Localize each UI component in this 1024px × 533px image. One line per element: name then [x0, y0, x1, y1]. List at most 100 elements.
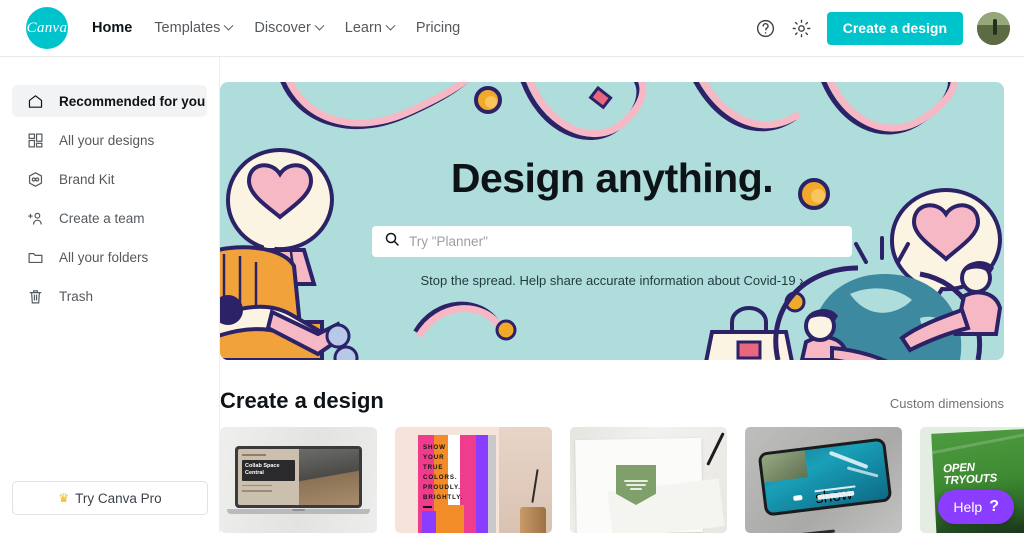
color-bar — [448, 505, 464, 533]
slide-eyebrow — [242, 454, 266, 456]
color-bar — [488, 435, 496, 533]
slide-title: Collab Space Central — [242, 460, 295, 481]
poster-line: SHOW — [423, 444, 446, 451]
home-icon — [26, 92, 45, 111]
top-header: Canva Home Templates Discover Learn Pric… — [0, 0, 1024, 57]
poster-line: COLORS. — [423, 474, 458, 482]
design-card-show-your-true-colors[interactable]: SHOW YOUR TRUE COLORS. PROUDLY. BRIGHTLY… — [395, 427, 552, 533]
hero-search-bar[interactable] — [372, 225, 852, 257]
question-circle-icon[interactable] — [755, 17, 777, 39]
badge-line — [626, 484, 646, 486]
canva-home-page: Canva Home Templates Discover Learn Pric… — [0, 0, 1024, 533]
nav-item-pricing[interactable]: Pricing — [416, 20, 460, 36]
hero-title: Design anything. — [450, 154, 774, 201]
page-title: Create a design — [220, 388, 384, 413]
poster-line: BRIGHTLY. — [423, 494, 464, 502]
try-canva-pro-label: Try Canva Pro — [75, 490, 162, 506]
question-mark-icon: ? — [989, 498, 999, 515]
laptop-screen: Collab Space Central — [238, 449, 359, 505]
boat — [792, 494, 803, 501]
hero-banner: Design anything. Stop the spread. Help s… — [220, 82, 1004, 360]
chevron-down-icon — [385, 20, 396, 31]
poster-line: TRUE — [423, 464, 444, 472]
sidebar-item-recommended-for-you[interactable]: Recommended for you — [12, 85, 207, 117]
nav-item-learn-label: Learn — [344, 20, 382, 36]
sidebar-list: Recommended for you All your designs Bra… — [0, 57, 219, 312]
phone-device: show us your — [757, 437, 893, 517]
hexagon-icon — [26, 170, 45, 189]
sidebar-item-create-a-team[interactable]: Create a team — [12, 202, 207, 234]
color-bar — [422, 511, 436, 533]
poster-dash — [423, 506, 432, 509]
sidebar-item-trash[interactable]: Trash — [12, 280, 207, 312]
design-card-list: Collab Space Central SHOW YOUR TRUE COLO… — [220, 427, 1024, 533]
help-button[interactable]: Help ? — [938, 490, 1014, 524]
canva-logo-text: Canva — [26, 19, 68, 36]
sidebar-item-label: Brand Kit — [59, 171, 115, 187]
laptop-lid: Collab Space Central — [235, 446, 362, 508]
create-a-design-header: Create a design Custom dimensions — [220, 388, 1004, 414]
poster-line: YOUR — [423, 454, 445, 462]
nav-item-discover[interactable]: Discover — [254, 20, 325, 36]
avatar-figure — [992, 18, 997, 35]
gear-icon[interactable] — [791, 17, 813, 39]
pen-icon — [706, 432, 725, 466]
pencil-cup — [520, 507, 546, 533]
flyer-title: OPEN TRYOUTS — [943, 461, 998, 488]
slide-left: Collab Space Central — [238, 449, 299, 505]
badge-line — [630, 488, 642, 490]
slide-subtext — [242, 484, 272, 487]
search-icon — [384, 231, 400, 252]
phone-screen: show us your — [760, 440, 890, 514]
covid-info-link[interactable]: Stop the spread. Help share accurate inf… — [421, 273, 804, 288]
crown-icon: ♛ — [58, 491, 70, 505]
sidebar-item-all-your-designs[interactable]: All your designs — [12, 124, 207, 156]
laptop-notch — [292, 509, 305, 511]
grid-icon — [26, 131, 45, 150]
sidebar: Recommended for you All your designs Bra… — [0, 57, 220, 533]
add-users-icon — [26, 209, 45, 228]
sidebar-item-label: Recommended for you — [59, 93, 206, 109]
trash-icon — [26, 287, 45, 306]
canva-logo[interactable]: Canva — [26, 7, 68, 49]
flyer-line-2: TRYOUTS — [943, 472, 998, 488]
color-bar — [476, 435, 488, 533]
sidebar-item-label: Create a team — [59, 210, 145, 226]
create-a-design-button[interactable]: Create a design — [826, 11, 963, 45]
poster: SHOW YOUR TRUE COLORS. PROUDLY. BRIGHTLY… — [418, 435, 496, 533]
try-canva-pro-button[interactable]: ♛ Try Canva Pro — [12, 481, 208, 515]
header-actions: Create a design — [755, 11, 1010, 45]
nav-item-templates[interactable]: Templates — [154, 20, 234, 36]
sidebar-item-brand-kit[interactable]: Brand Kit — [12, 163, 207, 195]
main-nav: Home Templates Discover Learn Pricing — [92, 20, 460, 36]
sidebar-item-label: All your folders — [59, 249, 149, 265]
folder-icon — [26, 248, 45, 267]
nav-item-pricing-label: Pricing — [415, 20, 461, 36]
hero-content: Design anything. Stop the spread. Help s… — [220, 82, 1004, 360]
design-card-phone-travel-mockup[interactable]: show us your — [745, 427, 902, 533]
nav-item-templates-label: Templates — [154, 20, 221, 36]
sidebar-item-all-your-folders[interactable]: All your folders — [12, 241, 207, 273]
nav-item-learn[interactable]: Learn — [344, 20, 396, 36]
slide-subtext — [242, 490, 272, 492]
avatar[interactable] — [977, 11, 1010, 45]
slide-photo — [298, 449, 359, 505]
sidebar-item-label: Trash — [59, 288, 94, 304]
chevron-down-icon — [223, 20, 234, 31]
nav-item-discover-label: Discover — [254, 20, 311, 36]
design-card-green-thresher-logo[interactable] — [570, 427, 727, 533]
help-label: Help — [953, 499, 983, 515]
design-card-collab-space-central[interactable]: Collab Space Central — [220, 427, 377, 533]
pen-icon — [786, 529, 836, 533]
poster-text: SHOW YOUR TRUE COLORS. PROUDLY. BRIGHTLY… — [423, 443, 464, 509]
field-streak — [931, 428, 1024, 456]
search-input[interactable] — [409, 233, 840, 249]
coastline — [760, 450, 808, 483]
badge-line — [624, 480, 648, 482]
nav-item-home-label: Home — [92, 20, 133, 36]
sidebar-item-label: All your designs — [59, 132, 155, 148]
custom-dimensions-link[interactable]: Custom dimensions — [890, 396, 1004, 411]
nav-item-home[interactable]: Home — [92, 20, 132, 36]
chevron-down-icon — [314, 20, 325, 31]
poster-line: PROUDLY. — [423, 484, 461, 492]
